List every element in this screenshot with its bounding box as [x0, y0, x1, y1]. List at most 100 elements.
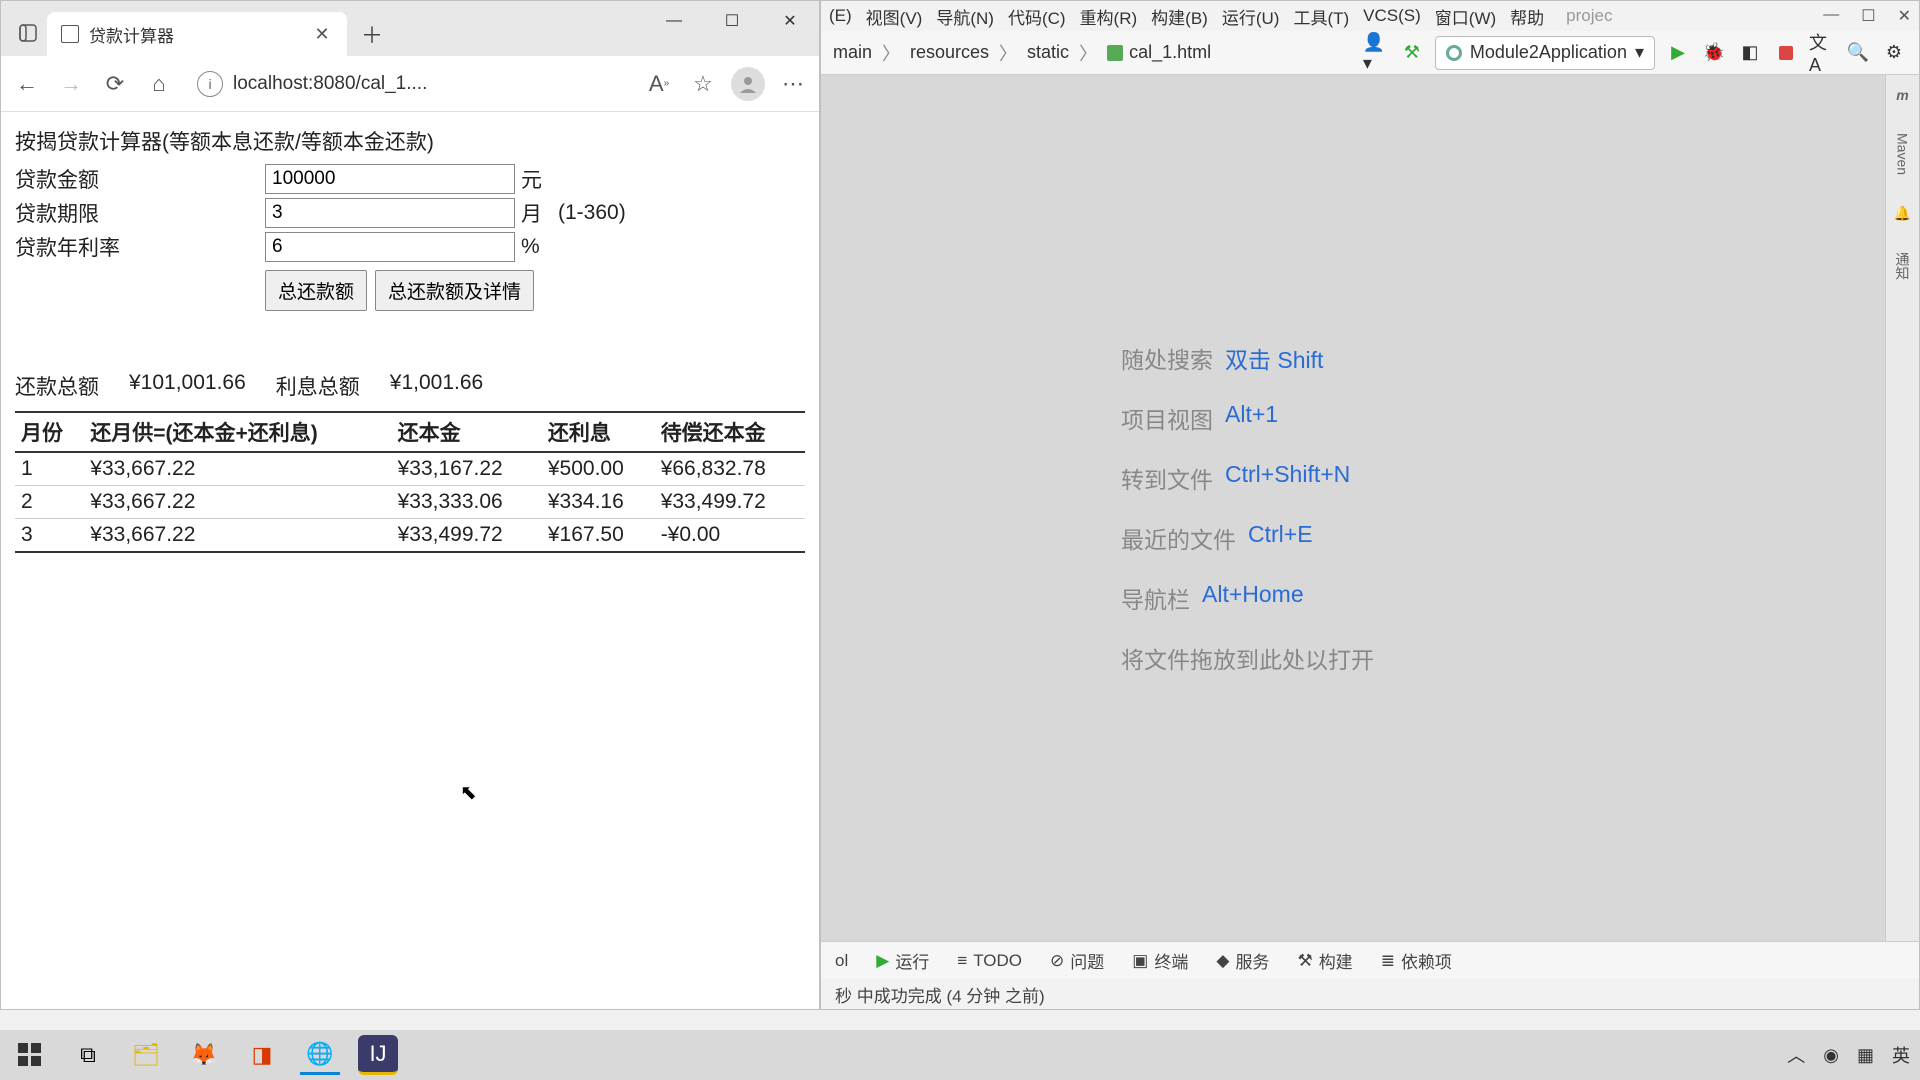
file-explorer-icon[interactable]: 🗂: [126, 1035, 166, 1075]
page-content: 按揭贷款计算器(等额本息还款/等额本金还款) 贷款金额 元 贷款期限 月 (1-…: [1, 112, 819, 1009]
browser-window: 贷款计算器 ✕ ＋ — ☐ ✕ ← → ⟳ ⌂ i localhost:8080…: [0, 0, 820, 1010]
table-body: 1¥33,667.22¥33,167.22¥500.00¥66,832.782¥…: [15, 452, 805, 552]
chevron-up-icon[interactable]: ︿: [1787, 1042, 1805, 1068]
todo-tool-button[interactable]: ≡TODO: [957, 951, 1022, 971]
more-icon[interactable]: ⋯: [777, 68, 809, 100]
ime-label[interactable]: 英: [1892, 1042, 1910, 1068]
ide-close-icon[interactable]: ✕: [1898, 6, 1911, 26]
office-icon[interactable]: ◨: [242, 1035, 282, 1075]
table-cell: ¥500.00: [542, 452, 655, 486]
problems-tool-button[interactable]: ⊘问题: [1050, 948, 1104, 973]
page-heading: 按揭贷款计算器(等额本息还款/等额本金还款): [15, 126, 805, 156]
drop-hint: 将文件拖放到此处以打开: [1121, 641, 1374, 675]
services-tool-button[interactable]: ◆服务: [1216, 948, 1269, 973]
ide-minimize-icon[interactable]: —: [1823, 6, 1839, 26]
favorite-icon[interactable]: ☆: [687, 68, 719, 100]
profile-avatar-icon[interactable]: [731, 67, 765, 101]
deps-icon: ≣: [1381, 951, 1395, 971]
html-file-icon: [1107, 45, 1123, 61]
play-icon: ▶: [876, 951, 889, 971]
label-term: 贷款期限: [15, 198, 265, 228]
menu-item[interactable]: 窗口(W): [1435, 4, 1496, 29]
table-cell: 3: [15, 519, 84, 553]
browser-tab[interactable]: 贷款计算器 ✕: [47, 12, 347, 56]
run-icon[interactable]: ▶: [1665, 40, 1691, 66]
table-header: 待偿还本金: [655, 412, 805, 452]
calc-detail-button[interactable]: 总还款额及详情: [375, 270, 534, 311]
maximize-icon[interactable]: ☐: [703, 1, 761, 41]
tab-actions-icon[interactable]: [9, 14, 47, 52]
forward-icon[interactable]: →: [55, 68, 87, 100]
total-interest-value: ¥1,001.66: [390, 371, 483, 401]
breadcrumb[interactable]: resources: [910, 42, 989, 63]
browser-titlebar: 贷款计算器 ✕ ＋ — ☐ ✕: [1, 1, 819, 56]
shortcut-key: Alt+Home: [1202, 581, 1304, 615]
table-header-row: 月份还月供=(还本金+还利息)还本金还利息待偿还本金: [15, 412, 805, 452]
breadcrumb[interactable]: main: [833, 42, 872, 63]
breadcrumb[interactable]: static: [1027, 42, 1069, 63]
ide-maximize-icon[interactable]: ☐: [1861, 6, 1875, 26]
user-icon[interactable]: 👤▾: [1363, 40, 1389, 66]
intellij-icon[interactable]: IJ: [358, 1035, 398, 1075]
menu-item[interactable]: 代码(C): [1008, 4, 1066, 29]
deps-tool-button[interactable]: ≣依赖项: [1381, 948, 1452, 973]
menu-item[interactable]: (E): [829, 6, 852, 26]
edge-icon[interactable]: 🌐: [300, 1035, 340, 1075]
refresh-icon[interactable]: ⟳: [99, 68, 131, 100]
menu-item[interactable]: 视图(V): [866, 4, 923, 29]
input-amount[interactable]: [265, 164, 515, 194]
menu-item[interactable]: 帮助: [1510, 4, 1544, 29]
hint-line: 导航栏Alt+Home: [1121, 581, 1304, 615]
bell-icon[interactable]: 🔔: [1894, 205, 1911, 222]
shortcut-key: Ctrl+E: [1248, 521, 1313, 555]
tool-left-label[interactable]: ol: [835, 951, 848, 971]
run-tool-button[interactable]: ▶运行: [876, 948, 929, 973]
coverage-icon[interactable]: ◧: [1737, 40, 1763, 66]
shortcut-key: 双击 Shift: [1225, 341, 1323, 375]
menu-item[interactable]: 导航(N): [936, 4, 994, 29]
menu-item[interactable]: 重构(R): [1080, 4, 1138, 29]
ide-window: (E) 视图(V) 导航(N) 代码(C) 重构(R) 构建(B) 运行(U) …: [820, 0, 1920, 1010]
notifications-label[interactable]: 通知: [1893, 252, 1913, 280]
menu-item[interactable]: 运行(U): [1222, 4, 1280, 29]
debug-icon[interactable]: 🐞: [1701, 40, 1727, 66]
menu-item[interactable]: 构建(B): [1151, 4, 1208, 29]
back-icon[interactable]: ←: [11, 68, 43, 100]
page-icon: [61, 25, 79, 43]
total-repay-label: 还款总额: [15, 371, 99, 401]
breadcrumb[interactable]: cal_1.html: [1107, 42, 1211, 63]
grid-icon[interactable]: ▦: [1857, 1045, 1874, 1066]
address-bar[interactable]: i localhost:8080/cal_1....: [187, 71, 631, 97]
home-icon[interactable]: ⌂: [143, 68, 175, 100]
menu-item[interactable]: 工具(T): [1293, 4, 1349, 29]
calc-total-button[interactable]: 总还款额: [265, 270, 367, 311]
read-aloud-icon[interactable]: A»: [643, 68, 675, 100]
settings-icon[interactable]: ⚙: [1881, 40, 1907, 66]
minimize-icon[interactable]: —: [645, 1, 703, 41]
table-cell: ¥33,499.72: [392, 519, 542, 553]
site-info-icon[interactable]: i: [197, 71, 223, 97]
new-tab-button[interactable]: ＋: [353, 15, 391, 53]
task-view-icon[interactable]: ⧉: [68, 1035, 108, 1075]
maven-label[interactable]: Maven: [1895, 133, 1911, 175]
close-icon[interactable]: ✕: [761, 1, 819, 41]
input-rate[interactable]: [265, 232, 515, 262]
obs-icon[interactable]: ◉: [1823, 1045, 1839, 1066]
stop-icon[interactable]: [1773, 40, 1799, 66]
start-icon[interactable]: [10, 1035, 50, 1075]
build-tool-button[interactable]: ⚒构建: [1297, 948, 1352, 973]
table-header: 还利息: [542, 412, 655, 452]
tab-close-icon[interactable]: ✕: [311, 23, 333, 45]
ide-menubar: (E) 视图(V) 导航(N) 代码(C) 重构(R) 构建(B) 运行(U) …: [821, 1, 1919, 31]
run-config-selector[interactable]: Module2Application ▾: [1435, 36, 1655, 70]
search-icon[interactable]: 🔍: [1845, 40, 1871, 66]
table-cell: ¥334.16: [542, 486, 655, 519]
firefox-icon[interactable]: 🦊: [184, 1035, 224, 1075]
terminal-tool-button[interactable]: ▣终端: [1132, 948, 1188, 973]
input-term[interactable]: [265, 198, 515, 228]
maven-icon[interactable]: m: [1896, 87, 1908, 103]
menu-item[interactable]: VCS(S): [1363, 6, 1421, 26]
translate-icon[interactable]: 文A: [1809, 40, 1835, 66]
unit-rate: %: [521, 235, 540, 259]
hammer-icon[interactable]: ⚒: [1399, 40, 1425, 66]
